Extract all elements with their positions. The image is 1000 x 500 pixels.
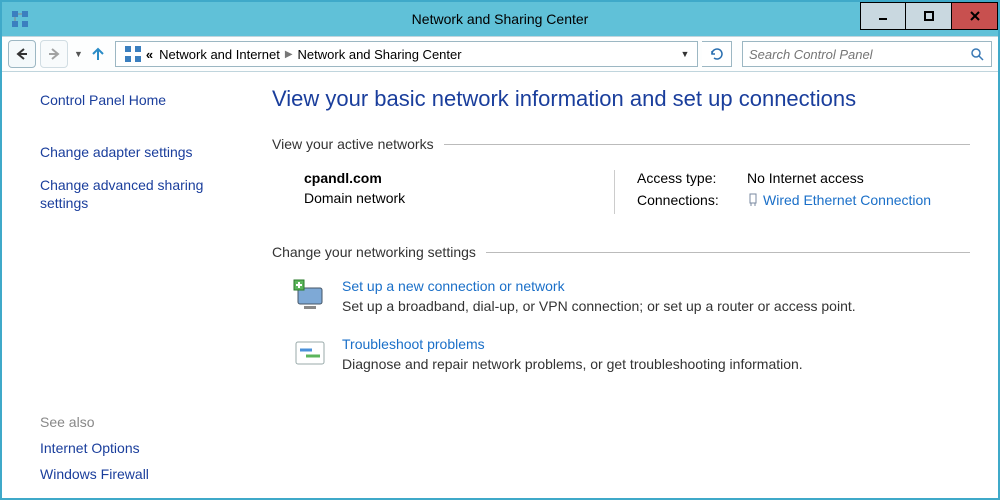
troubleshoot-icon bbox=[292, 336, 328, 372]
sidebar: Control Panel Home Change adapter settin… bbox=[2, 72, 262, 498]
network-name: cpandl.com bbox=[304, 170, 614, 186]
access-type-value: No Internet access bbox=[747, 170, 864, 186]
chevron-right-icon: ▶ bbox=[285, 49, 293, 60]
change-settings-label: Change your networking settings bbox=[272, 244, 486, 260]
address-dropdown[interactable]: ▼ bbox=[677, 49, 693, 59]
access-type-label: Access type: bbox=[637, 170, 747, 186]
see-also-internet-options[interactable]: Internet Options bbox=[40, 440, 242, 456]
network-type: Domain network bbox=[304, 190, 614, 206]
active-network-row: cpandl.com Domain network Access type: N… bbox=[304, 170, 970, 214]
app-icon bbox=[10, 9, 30, 29]
option-text: Set up a new connection or network Set u… bbox=[342, 278, 856, 314]
maximize-button[interactable] bbox=[906, 2, 952, 30]
refresh-icon bbox=[709, 46, 725, 62]
address-bar[interactable]: « Network and Internet ▶ Network and Sha… bbox=[115, 41, 698, 67]
window-frame: Network and Sharing Center ▼ « Network a… bbox=[0, 0, 1000, 500]
active-networks-header: View your active networks bbox=[272, 136, 970, 152]
option-troubleshoot-title[interactable]: Troubleshoot problems bbox=[342, 336, 803, 352]
location-icon bbox=[124, 45, 142, 63]
window-title: Network and Sharing Center bbox=[2, 11, 998, 27]
option-setup-title[interactable]: Set up a new connection or network bbox=[342, 278, 856, 294]
network-details: Access type: No Internet access Connecti… bbox=[614, 170, 931, 214]
sidebar-change-adapter-settings[interactable]: Change adapter settings bbox=[40, 144, 242, 160]
see-also-windows-firewall[interactable]: Windows Firewall bbox=[40, 466, 242, 482]
search-input[interactable] bbox=[749, 47, 969, 62]
setup-connection-icon bbox=[292, 278, 328, 314]
arrow-right-icon bbox=[45, 45, 63, 63]
sidebar-control-panel-home[interactable]: Control Panel Home bbox=[40, 92, 242, 108]
window-body: Control Panel Home Change adapter settin… bbox=[2, 72, 998, 498]
sidebar-spacer bbox=[40, 228, 242, 414]
connections-label: Connections: bbox=[637, 192, 747, 208]
breadcrumb-part-1[interactable]: Network and Internet bbox=[159, 47, 280, 62]
minimize-button[interactable] bbox=[860, 2, 906, 30]
title-bar: Network and Sharing Center bbox=[2, 2, 998, 36]
breadcrumb-prefix: « bbox=[146, 47, 153, 62]
arrow-up-icon bbox=[89, 45, 107, 63]
option-setup-desc: Set up a broadband, dial-up, or VPN conn… bbox=[342, 298, 856, 314]
search-box[interactable] bbox=[742, 41, 992, 67]
search-icon bbox=[969, 46, 985, 62]
arrow-left-icon bbox=[13, 45, 31, 63]
network-identity: cpandl.com Domain network bbox=[304, 170, 614, 214]
nav-bar: ▼ « Network and Internet ▶ Network and S… bbox=[2, 36, 998, 72]
divider bbox=[486, 252, 970, 253]
close-button[interactable] bbox=[952, 2, 998, 30]
option-text: Troubleshoot problems Diagnose and repai… bbox=[342, 336, 803, 372]
breadcrumb-part-2[interactable]: Network and Sharing Center bbox=[298, 47, 462, 62]
connection-link-text: Wired Ethernet Connection bbox=[763, 192, 931, 208]
option-troubleshoot: Troubleshoot problems Diagnose and repai… bbox=[292, 336, 970, 372]
active-networks-label: View your active networks bbox=[272, 136, 444, 152]
option-setup-connection: Set up a new connection or network Set u… bbox=[292, 278, 970, 314]
main-pane: View your basic network information and … bbox=[262, 72, 998, 498]
see-also-label: See also bbox=[40, 414, 242, 430]
forward-button[interactable] bbox=[40, 40, 68, 68]
change-settings-header: Change your networking settings bbox=[272, 244, 970, 260]
connection-link[interactable]: Wired Ethernet Connection bbox=[747, 192, 931, 208]
sidebar-change-advanced-sharing[interactable]: Change advanced sharing settings bbox=[40, 176, 242, 212]
window-controls bbox=[860, 2, 998, 30]
divider bbox=[444, 144, 970, 145]
up-button[interactable] bbox=[89, 45, 111, 63]
option-troubleshoot-desc: Diagnose and repair network problems, or… bbox=[342, 356, 803, 372]
ethernet-icon bbox=[747, 193, 759, 207]
page-title: View your basic network information and … bbox=[272, 86, 970, 112]
refresh-button[interactable] bbox=[702, 41, 732, 67]
history-dropdown[interactable]: ▼ bbox=[72, 49, 85, 59]
back-button[interactable] bbox=[8, 40, 36, 68]
